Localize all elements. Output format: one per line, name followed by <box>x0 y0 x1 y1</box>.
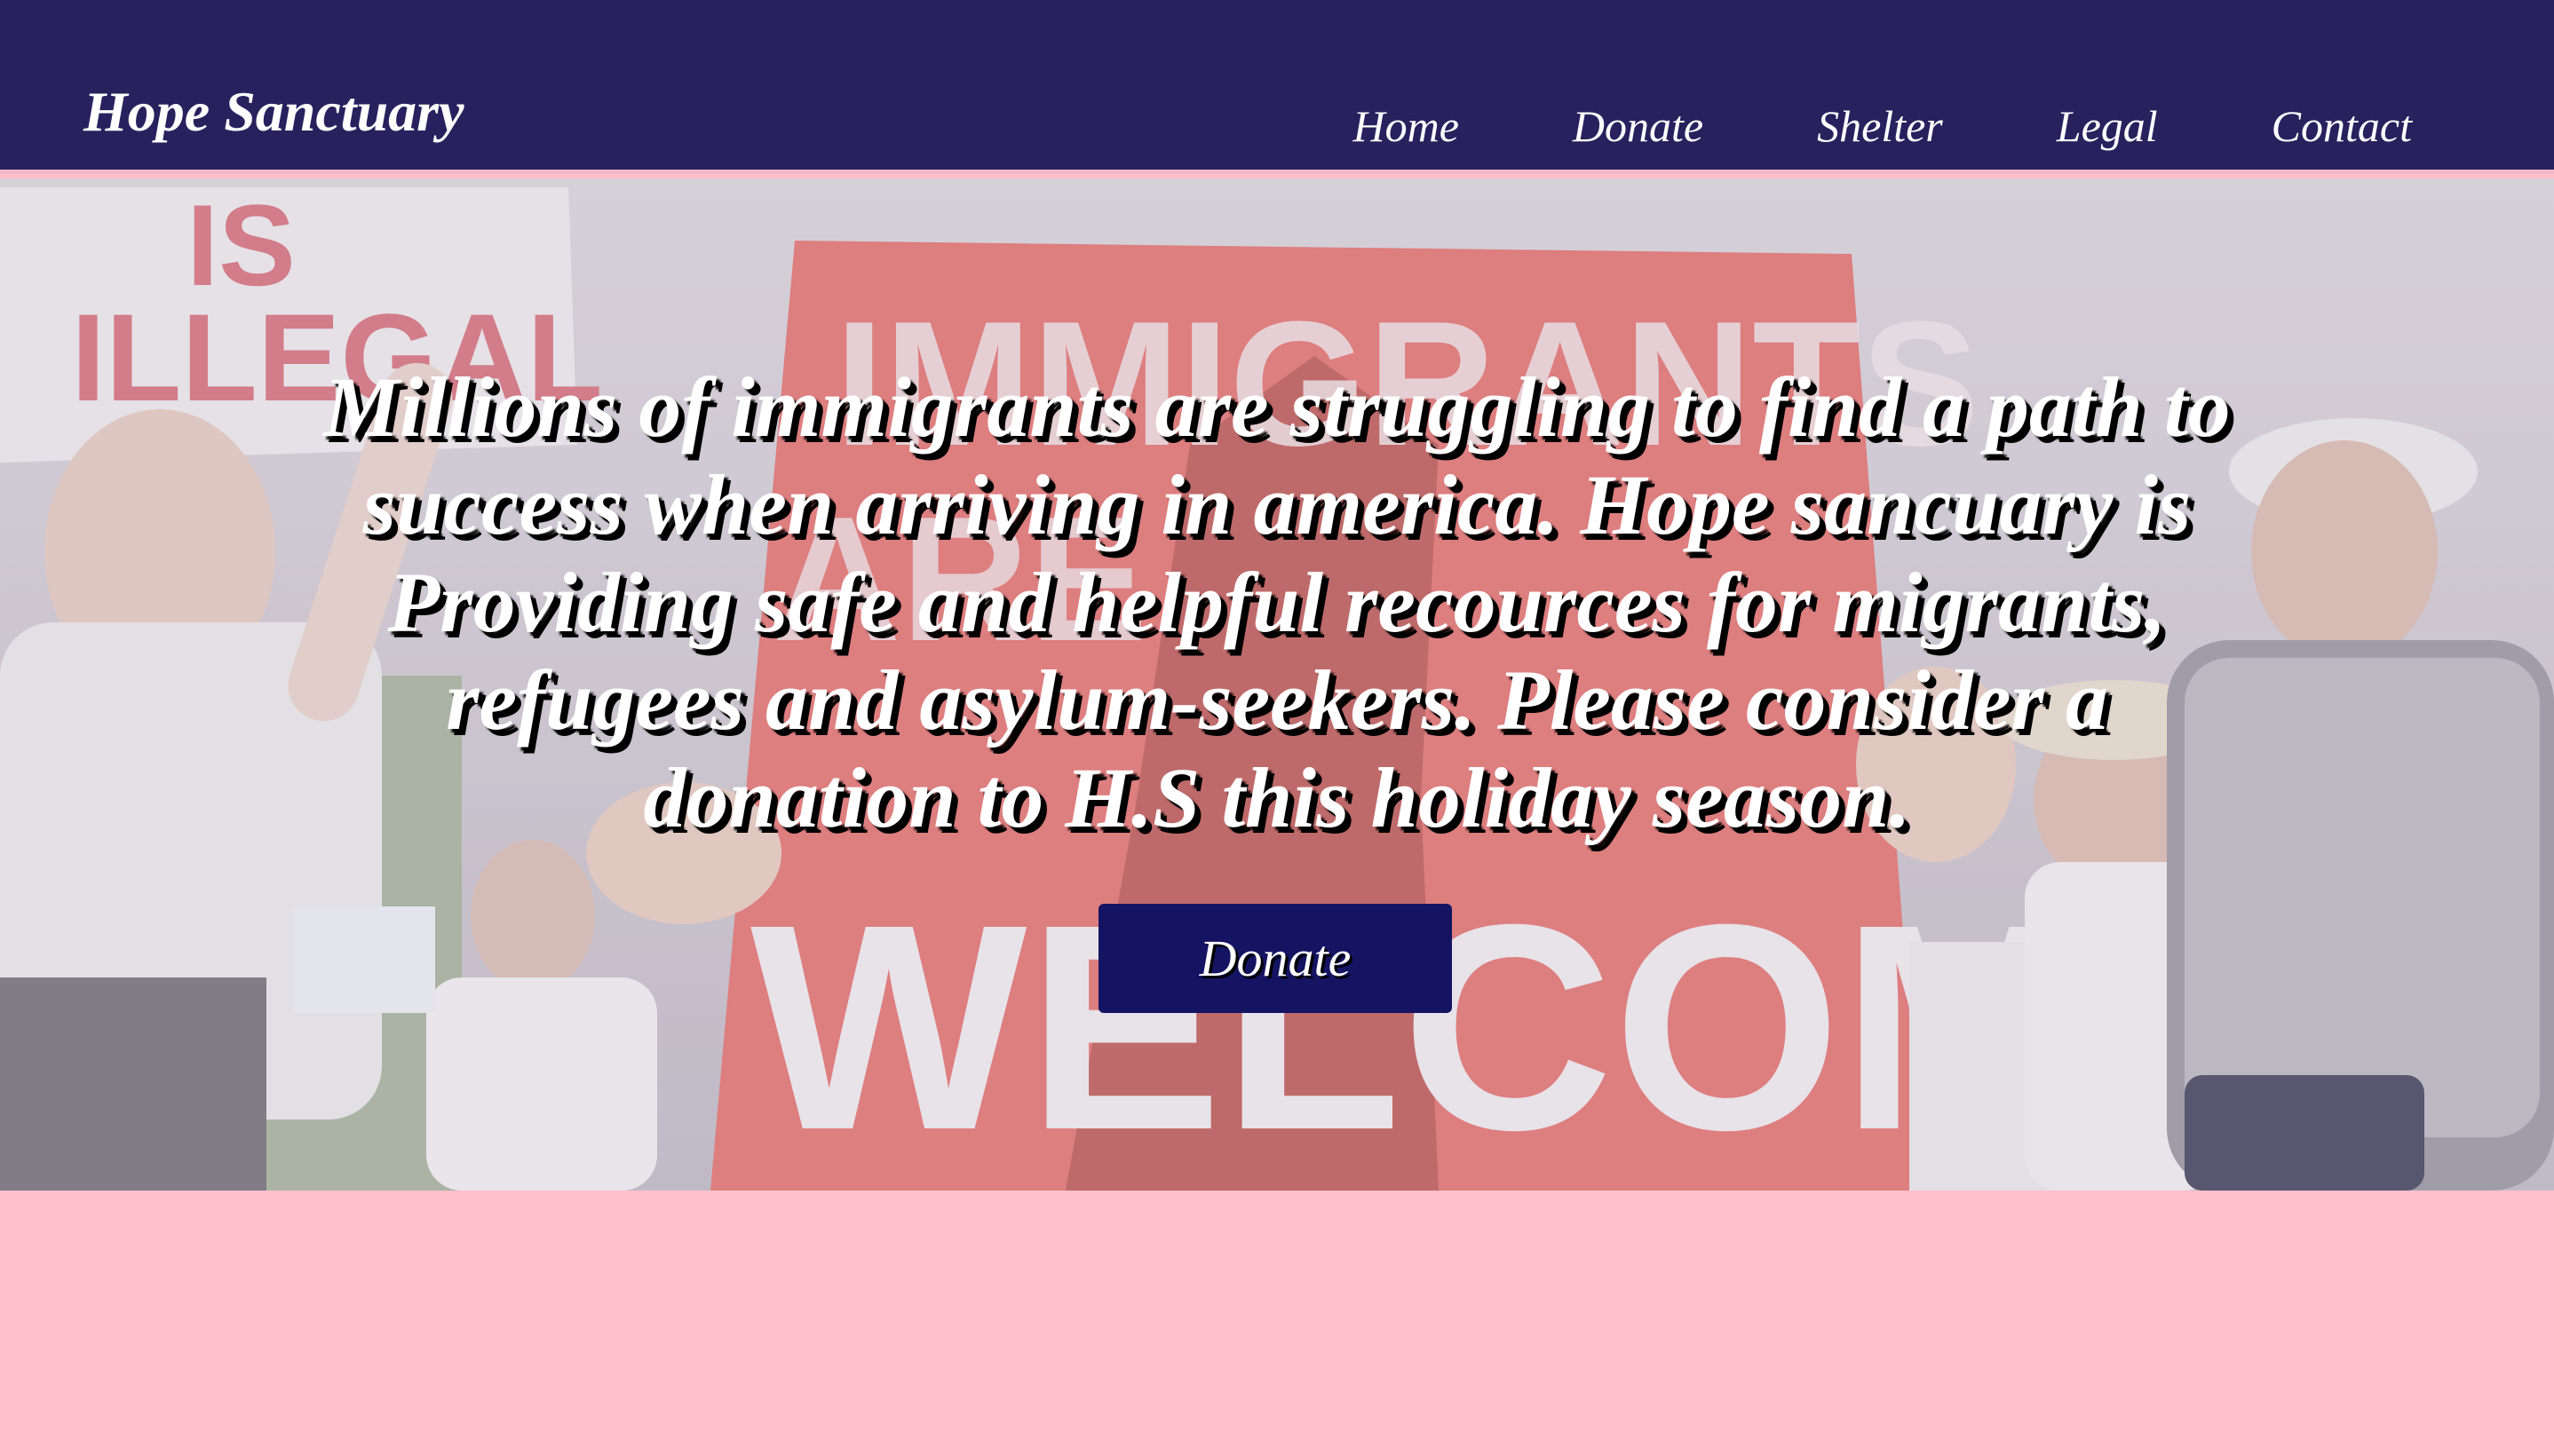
nav-link-home[interactable]: Home <box>1353 104 1459 148</box>
nav-link-shelter[interactable]: Shelter <box>1817 104 1943 148</box>
top-navbar: Hope Sanctuary Home Donate Shelter Legal… <box>0 0 2554 174</box>
hero-section: IS ILLEGAL IMMIGRANTS ARE WELCOME Millio… <box>0 178 2554 1191</box>
brand-logo-text[interactable]: Hope Sanctuary <box>83 83 464 140</box>
hero-message: Millions of immigrants are struggling to… <box>323 360 2231 845</box>
page-bottom-area <box>0 1191 2554 1456</box>
nav-link-donate[interactable]: Donate <box>1573 104 1703 148</box>
nav-link-contact[interactable]: Contact <box>2272 104 2412 148</box>
donate-button[interactable]: Donate <box>1099 904 1452 1013</box>
main-nav: Home Donate Shelter Legal Contact <box>1240 104 2413 148</box>
nav-link-legal[interactable]: Legal <box>2057 104 2158 148</box>
